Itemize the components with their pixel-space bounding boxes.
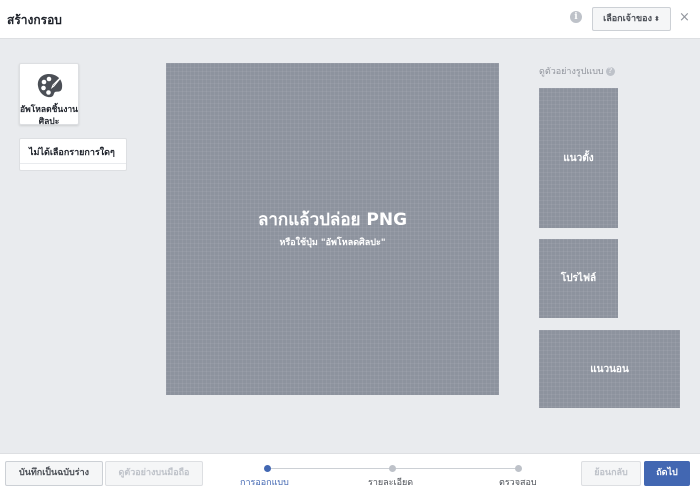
drop-zone-title: ลากแล้วปล่อย PNG	[257, 210, 408, 230]
save-draft-button[interactable]: บันทึกเป็นฉบับร่าง	[5, 461, 103, 486]
back-button[interactable]: ย้อนกลับ	[581, 461, 641, 486]
info-icon[interactable]: i	[570, 11, 582, 23]
page-title: สร้างกรอบ	[7, 13, 62, 27]
preview-landscape: แนวนอน	[539, 330, 680, 408]
step-dot-details	[389, 465, 396, 472]
step-dot-design	[264, 465, 271, 472]
step-details[interactable]: รายละเอียด	[368, 475, 413, 489]
next-button[interactable]: ถัดไป	[644, 461, 690, 486]
preview-profile: โปรไฟล์	[539, 239, 618, 318]
upload-art-button[interactable]: อัพโหลดชิ้นงานศิลปะ	[19, 63, 79, 127]
drop-zone-canvas[interactable]: ลากแล้วปล่อย PNG หรือใช้ปุ่ม "อัพโหลดศิล…	[166, 63, 499, 395]
palette-icon	[37, 74, 64, 98]
step-dot-review	[515, 465, 522, 472]
divider	[20, 163, 126, 164]
step-design[interactable]: การออกแบบ	[240, 475, 289, 489]
upload-art-label: อัพโหลดชิ้นงานศิลปะ	[20, 105, 78, 127]
caret-icon: ⬍	[653, 15, 660, 23]
preview-heading: ดูตัวอย่างรูปแบบ?	[539, 64, 615, 78]
page-select-label: เลือกเจ้าของ	[603, 14, 652, 24]
step-review[interactable]: ตรวจสอบ	[499, 475, 537, 489]
close-icon[interactable]: ×	[679, 10, 690, 25]
selection-label: ไม่ได้เลือกรายการใดๆ	[29, 148, 115, 158]
footer-bar: บันทึกเป็นฉบับร่าง ดูตัวอย่างบนมือถือ กา…	[0, 453, 700, 493]
preview-portrait: แนวตั้ง	[539, 88, 618, 228]
mobile-preview-button[interactable]: ดูตัวอย่างบนมือถือ	[105, 461, 203, 486]
art-selection-dropdown[interactable]: ไม่ได้เลือกรายการใดๆ	[19, 138, 127, 171]
preview-landscape-label: แนวนอน	[590, 363, 629, 375]
preview-profile-label: โปรไฟล์	[560, 273, 597, 284]
question-icon[interactable]: ?	[605, 67, 615, 76]
preview-heading-text: ดูตัวอย่างรูปแบบ	[539, 67, 604, 77]
drop-zone-subtitle: หรือใช้ปุ่ม "อัพโหลดศิลปะ"	[279, 238, 386, 248]
page-select-button[interactable]: เลือกเจ้าของ ⬍	[592, 7, 671, 31]
header-bar: สร้างกรอบ i เลือกเจ้าของ ⬍ ×	[0, 0, 700, 39]
preview-portrait-label: แนวตั้ง	[563, 152, 594, 164]
